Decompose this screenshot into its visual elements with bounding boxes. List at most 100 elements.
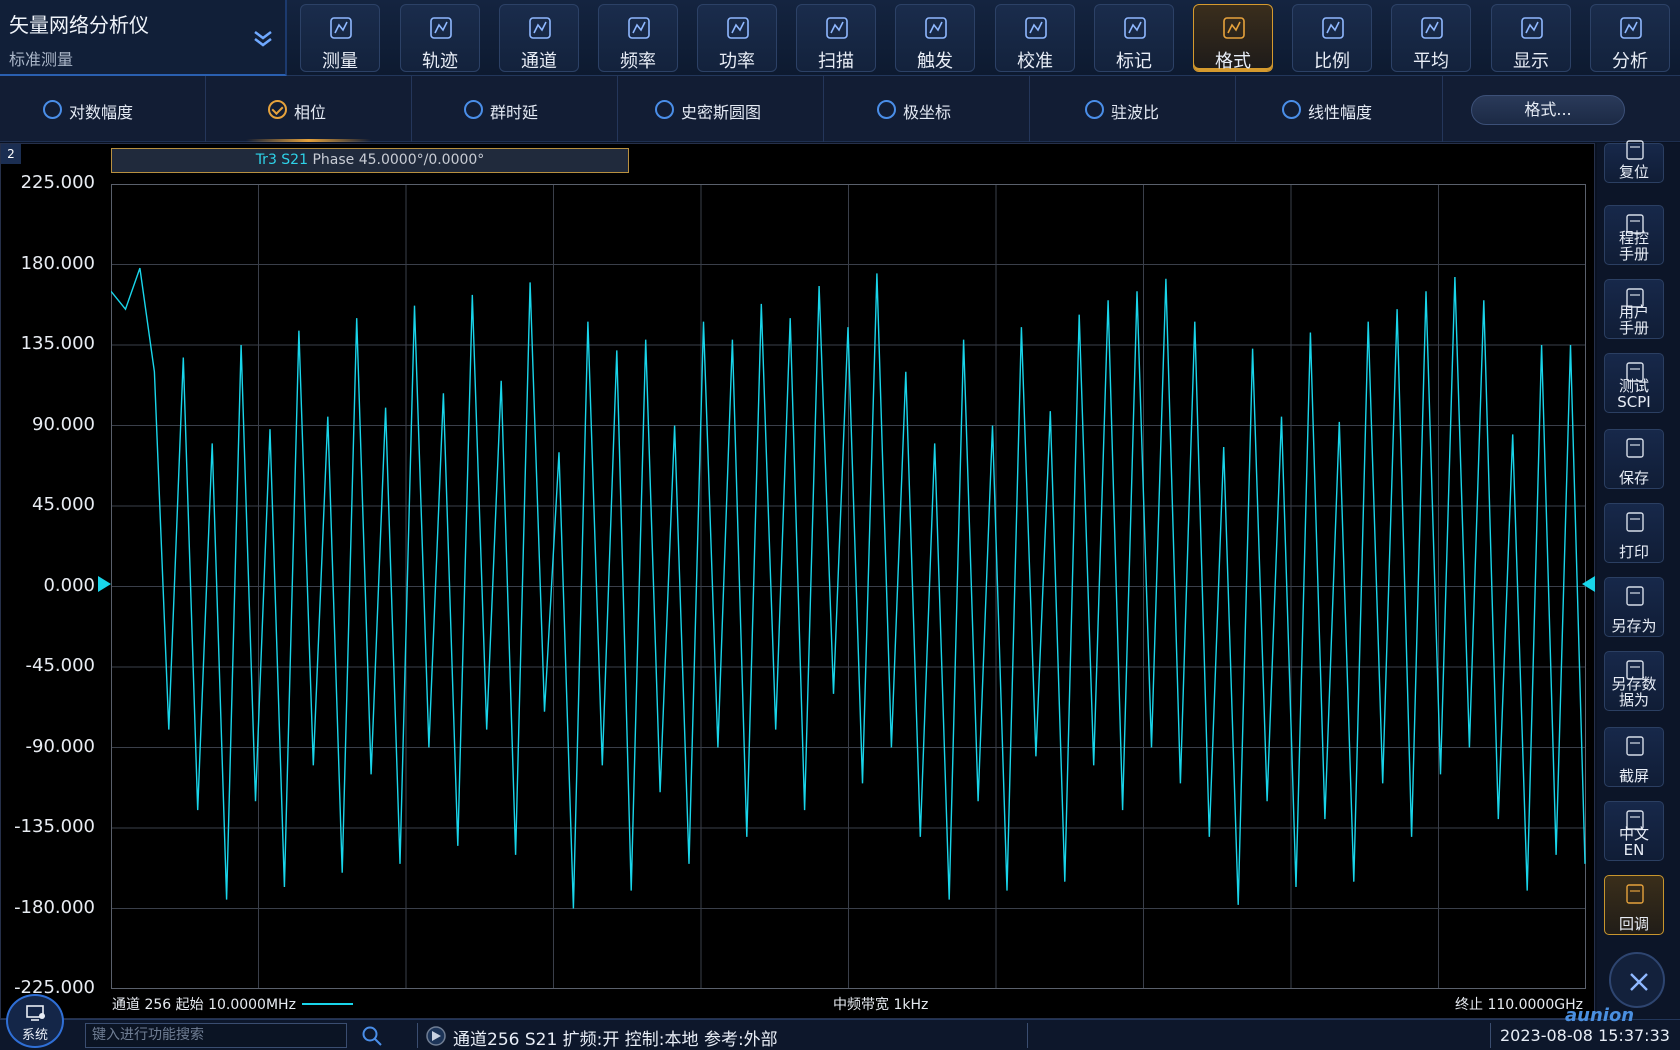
toolbar-button-display[interactable]: 显示 <box>1491 4 1571 72</box>
calibration-icon <box>1025 17 1047 39</box>
chevron-down-icon[interactable] <box>248 22 278 52</box>
format-option-label: 驻波比 <box>1111 103 1160 122</box>
footer-start: 通道 256 起始 10.0000MHz <box>112 997 296 1013</box>
side-button-label: 另存数 据为 <box>1611 675 1657 709</box>
format-option[interactable]: 对数幅度 <box>0 76 206 142</box>
side-button-label: 保存 <box>1618 469 1649 487</box>
side-button-save[interactable]: 保存 <box>1604 429 1664 489</box>
format-option[interactable]: 相位 <box>206 76 412 142</box>
toolbar-button-scale[interactable]: 比例 <box>1292 4 1372 72</box>
side-button-save-data[interactable]: 另存数 据为 <box>1604 651 1664 711</box>
y-tick-label: 0.000 <box>43 574 95 596</box>
toolbar-button-analysis[interactable]: 分析 <box>1590 4 1670 72</box>
format-option[interactable]: 群时延 <box>412 76 618 142</box>
y-tick-label: -45.000 <box>25 655 95 676</box>
side-button-label: 测试 SCPI <box>1617 377 1651 411</box>
reference-marker-left[interactable] <box>98 576 111 592</box>
toolbar-button-label: 标记 <box>1116 51 1152 72</box>
format-option[interactable]: 线性幅度 <box>1237 76 1443 142</box>
radio-icon[interactable] <box>877 100 896 119</box>
toolbar-button-label: 比例 <box>1314 51 1350 72</box>
toolbar-button-channel[interactable]: 通道 <box>499 4 579 72</box>
toolbar-button-trigger[interactable]: 触发 <box>895 4 975 72</box>
y-tick-label: 45.000 <box>32 494 95 515</box>
save-as-icon <box>1626 586 1644 606</box>
side-button-recall[interactable]: 回调 <box>1604 875 1664 935</box>
system-icon <box>26 1005 45 1021</box>
channel-status-text: 通道256 S21 扩频:开 控制:本地 参考:外部 <box>453 1030 778 1050</box>
toolbar-button-label: 频率 <box>620 51 656 72</box>
toolbar-button-power[interactable]: 功率 <box>697 4 777 72</box>
expand-menu-button[interactable] <box>1609 952 1665 1008</box>
frequency-icon <box>628 17 650 39</box>
reference-marker-right[interactable] <box>1582 576 1595 592</box>
side-button-remote-manual[interactable]: 程控 手册 <box>1604 205 1664 265</box>
toolbar-button-format[interactable]: 格式 <box>1193 4 1273 72</box>
toolbar-button-sweep[interactable]: 扫描 <box>796 4 876 72</box>
side-button-reset[interactable]: 复位 <box>1604 140 1664 183</box>
side-button-user-manual[interactable]: 用户 手册 <box>1604 279 1664 339</box>
toolbar-button-trace[interactable]: 轨迹 <box>400 4 480 72</box>
datetime: 2023-08-08 15:37:33 <box>1500 1026 1670 1045</box>
format-option-label: 极坐标 <box>903 103 952 122</box>
side-button-label: 用户 手册 <box>1618 303 1649 337</box>
search-icon[interactable] <box>361 1025 383 1047</box>
toolbar-button-label: 分析 <box>1612 51 1648 72</box>
format-option[interactable]: 极坐标 <box>824 76 1030 142</box>
screenshot-icon <box>1626 736 1644 756</box>
side-button-scpi[interactable]: 测试 SCPI <box>1604 353 1664 413</box>
recall-icon <box>1626 884 1644 904</box>
trace-label-box[interactable]: Tr3 S21 Phase 45.0000°/0.0000° <box>111 148 629 173</box>
format-option-label: 史密斯圆图 <box>681 103 762 122</box>
channel-tag: 2 <box>1 144 21 164</box>
power-icon <box>727 17 749 39</box>
system-button[interactable]: 系统 <box>6 994 64 1048</box>
app-subtitle: 标准测量 <box>9 50 74 69</box>
radio-icon[interactable] <box>655 100 674 119</box>
toolbar-button-calibration[interactable]: 校准 <box>995 4 1075 72</box>
trace-format: Phase 45.0000°/0.0000° <box>312 152 485 168</box>
side-button-language[interactable]: 中文 EN <box>1604 801 1664 861</box>
format-option-label: 对数幅度 <box>69 103 134 122</box>
radio-icon[interactable] <box>1085 100 1104 119</box>
sweep-icon <box>826 17 848 39</box>
side-button-save-as[interactable]: 另存为 <box>1604 577 1664 637</box>
footer-stop: 终止 110.0000GHz <box>1455 997 1583 1013</box>
side-button-label: 回调 <box>1618 915 1649 933</box>
analysis-icon <box>1620 17 1642 39</box>
y-tick-label: -180.000 <box>14 896 95 918</box>
y-tick-label: 225.000 <box>20 172 95 193</box>
function-search-input[interactable]: 键入进行功能搜索 <box>85 1023 347 1048</box>
format-option[interactable]: 驻波比 <box>1030 76 1236 142</box>
toolbar-button-marker[interactable]: 标记 <box>1094 4 1174 72</box>
side-panel: 复位程控 手册用户 手册测试 SCPI 保存打印另存为另存数 据为截屏中文 EN 回… <box>1597 140 1680 1019</box>
trace-plot[interactable]: 2 Tr3 S21 Phase 45.0000°/0.0000° 225.000… <box>0 143 1595 1019</box>
side-button-label: 程控 手册 <box>1618 229 1649 263</box>
toolbar-button-frequency[interactable]: 频率 <box>598 4 678 72</box>
side-button-print[interactable]: 打印 <box>1604 503 1664 563</box>
side-button-screenshot[interactable]: 截屏 <box>1604 727 1664 787</box>
format-more-button[interactable]: 格式... <box>1471 95 1625 125</box>
toolbar-button-ruler[interactable]: 测量 <box>300 4 380 72</box>
radio-checked-icon[interactable] <box>268 100 287 119</box>
print-icon <box>1626 512 1644 532</box>
format-option[interactable]: 史密斯圆图 <box>618 76 824 142</box>
toolbar-button-average[interactable]: 平均 <box>1391 4 1471 72</box>
y-tick-label: -90.000 <box>25 735 95 757</box>
toolbar-button-label: 触发 <box>917 51 953 72</box>
trace-color-swatch <box>302 1003 353 1005</box>
radio-icon[interactable] <box>43 100 62 119</box>
toolbar-button-label: 显示 <box>1513 51 1549 72</box>
app-title: 矢量网络分析仪 <box>9 13 149 37</box>
channel-status-icon <box>426 1026 446 1046</box>
radio-icon[interactable] <box>1282 100 1301 119</box>
y-tick-label: -135.000 <box>14 816 95 837</box>
reset-icon <box>1626 140 1644 160</box>
toolbar-button-label: 校准 <box>1017 51 1053 72</box>
trace-id: Tr3 S21 <box>255 152 308 168</box>
radio-icon[interactable] <box>464 100 483 119</box>
trace-icon <box>430 17 452 39</box>
app-title-box[interactable]: 矢量网络分析仪 标准测量 <box>0 0 287 76</box>
y-tick-label: 90.000 <box>32 413 95 435</box>
brand-logo: aunion <box>1565 1005 1635 1026</box>
